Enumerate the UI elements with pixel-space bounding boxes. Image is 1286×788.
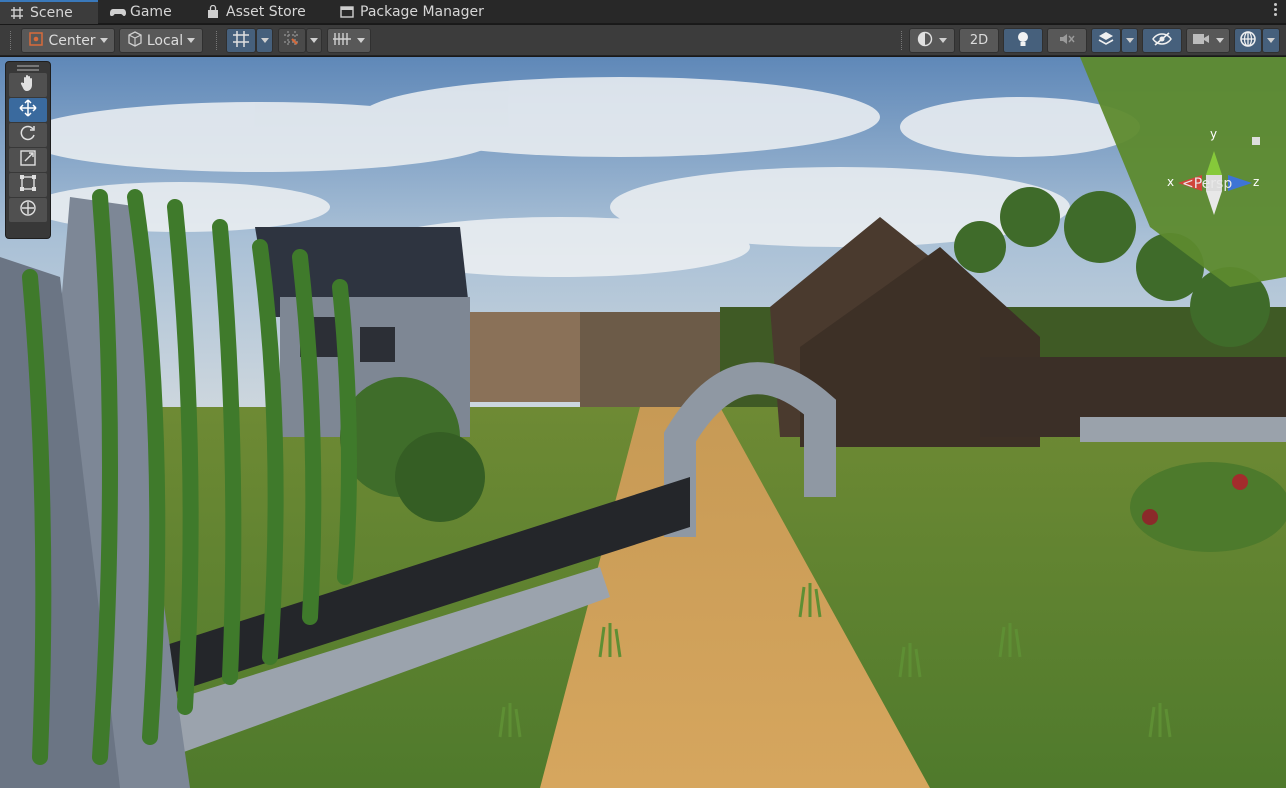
shading-mode-icon (917, 31, 933, 51)
tab-label: Scene (30, 5, 73, 21)
hand-icon (19, 74, 37, 96)
more-options-icon[interactable] (1274, 3, 1278, 19)
toolbar-grip (10, 31, 12, 50)
rect-tool-button[interactable] (9, 173, 47, 197)
editor-tab-bar: Scene Game Asset Store Package Manager (0, 0, 1286, 24)
draw-mode-dropdown[interactable] (909, 28, 955, 53)
camera-icon (1192, 32, 1210, 50)
tab-package-manager[interactable]: Package Manager (330, 0, 502, 24)
scene-viewport[interactable]: y x z <Persp (0, 57, 1286, 788)
tools-overlay (5, 61, 51, 239)
gizmos-toggle[interactable] (1234, 28, 1262, 53)
lighting-toggle[interactable] (1003, 28, 1043, 53)
toggle-2d-label: 2D (969, 33, 989, 48)
pivot-mode-dropdown[interactable]: Center (21, 28, 115, 53)
increment-snap-toggle[interactable] (278, 28, 306, 53)
chevron-down-icon (260, 38, 269, 43)
grid-icon (10, 6, 24, 20)
overlay-drag-handle[interactable] (17, 65, 39, 71)
gamepad-icon (110, 5, 126, 19)
gizmo-z-label: z (1253, 175, 1260, 189)
tab-asset-store[interactable]: Asset Store (196, 0, 320, 24)
increment-snap-icon (283, 30, 301, 52)
scene-toolbar: Center Local 2D (0, 25, 1286, 56)
scale-tool-button[interactable] (9, 148, 47, 172)
grid-visibility-icon (333, 31, 351, 51)
grid-snapping-toggle[interactable] (226, 28, 256, 53)
tab-scene[interactable]: Scene (0, 0, 98, 24)
view-tool-button[interactable] (9, 73, 47, 97)
toolbar-grip (216, 31, 218, 50)
effects-layers-icon (1097, 30, 1115, 52)
transform-icon (19, 199, 37, 221)
tab-label: Game (130, 4, 172, 20)
hidden-eye-icon (1152, 31, 1172, 51)
chevron-down-icon (939, 38, 947, 43)
move-tool-button[interactable] (9, 98, 47, 122)
lightbulb-icon (1015, 30, 1031, 52)
pivot-rotation-dropdown[interactable]: Local (119, 28, 203, 53)
tab-label: Package Manager (360, 4, 484, 20)
gizmos-dropdown[interactable] (1262, 28, 1280, 53)
increment-snap-dropdown[interactable] (306, 28, 322, 53)
pivot-center-icon (28, 31, 44, 51)
toggle-2d-button[interactable]: 2D (959, 28, 999, 53)
scene-visibility-toggle[interactable] (1142, 28, 1182, 53)
tab-label: Asset Store (226, 4, 306, 20)
pivot-rotation-label: Local (146, 32, 184, 49)
gizmo-globe-icon (1239, 30, 1257, 52)
chevron-down-icon (187, 38, 196, 43)
chevron-down-icon (99, 38, 108, 43)
effects-toggle[interactable] (1091, 28, 1121, 53)
store-bag-icon (206, 4, 220, 19)
gizmo-x-label: x (1167, 175, 1175, 189)
pivot-mode-label: Center (48, 32, 96, 49)
transform-tool-button[interactable] (9, 198, 47, 222)
tab-game[interactable]: Game (100, 0, 190, 24)
package-icon (340, 5, 354, 19)
projection-toggle[interactable]: <Persp (1182, 176, 1232, 192)
grid-visibility-dropdown[interactable] (327, 28, 371, 53)
chevron-down-icon (1216, 38, 1224, 43)
scale-icon (19, 149, 37, 171)
audio-toggle[interactable] (1047, 28, 1087, 53)
rotate-icon (19, 124, 37, 146)
lock-icon (1252, 137, 1260, 145)
local-cube-icon (127, 30, 143, 51)
toolbar-grip (901, 31, 903, 50)
scene-render (0, 57, 1286, 788)
audio-muted-icon (1058, 31, 1076, 51)
rotate-tool-button[interactable] (9, 123, 47, 147)
rect-transform-icon (19, 174, 37, 196)
move-arrows-icon (19, 99, 37, 121)
chevron-down-icon (357, 38, 365, 43)
chevron-down-icon (1267, 38, 1275, 43)
grid-snapping-dropdown[interactable] (256, 28, 273, 53)
effects-dropdown[interactable] (1121, 28, 1138, 53)
chevron-down-icon (1125, 38, 1134, 43)
chevron-down-icon (310, 38, 318, 43)
gizmo-y-label: y (1210, 127, 1218, 141)
scene-camera-dropdown[interactable] (1186, 28, 1230, 53)
grid-snap-icon (232, 30, 250, 52)
